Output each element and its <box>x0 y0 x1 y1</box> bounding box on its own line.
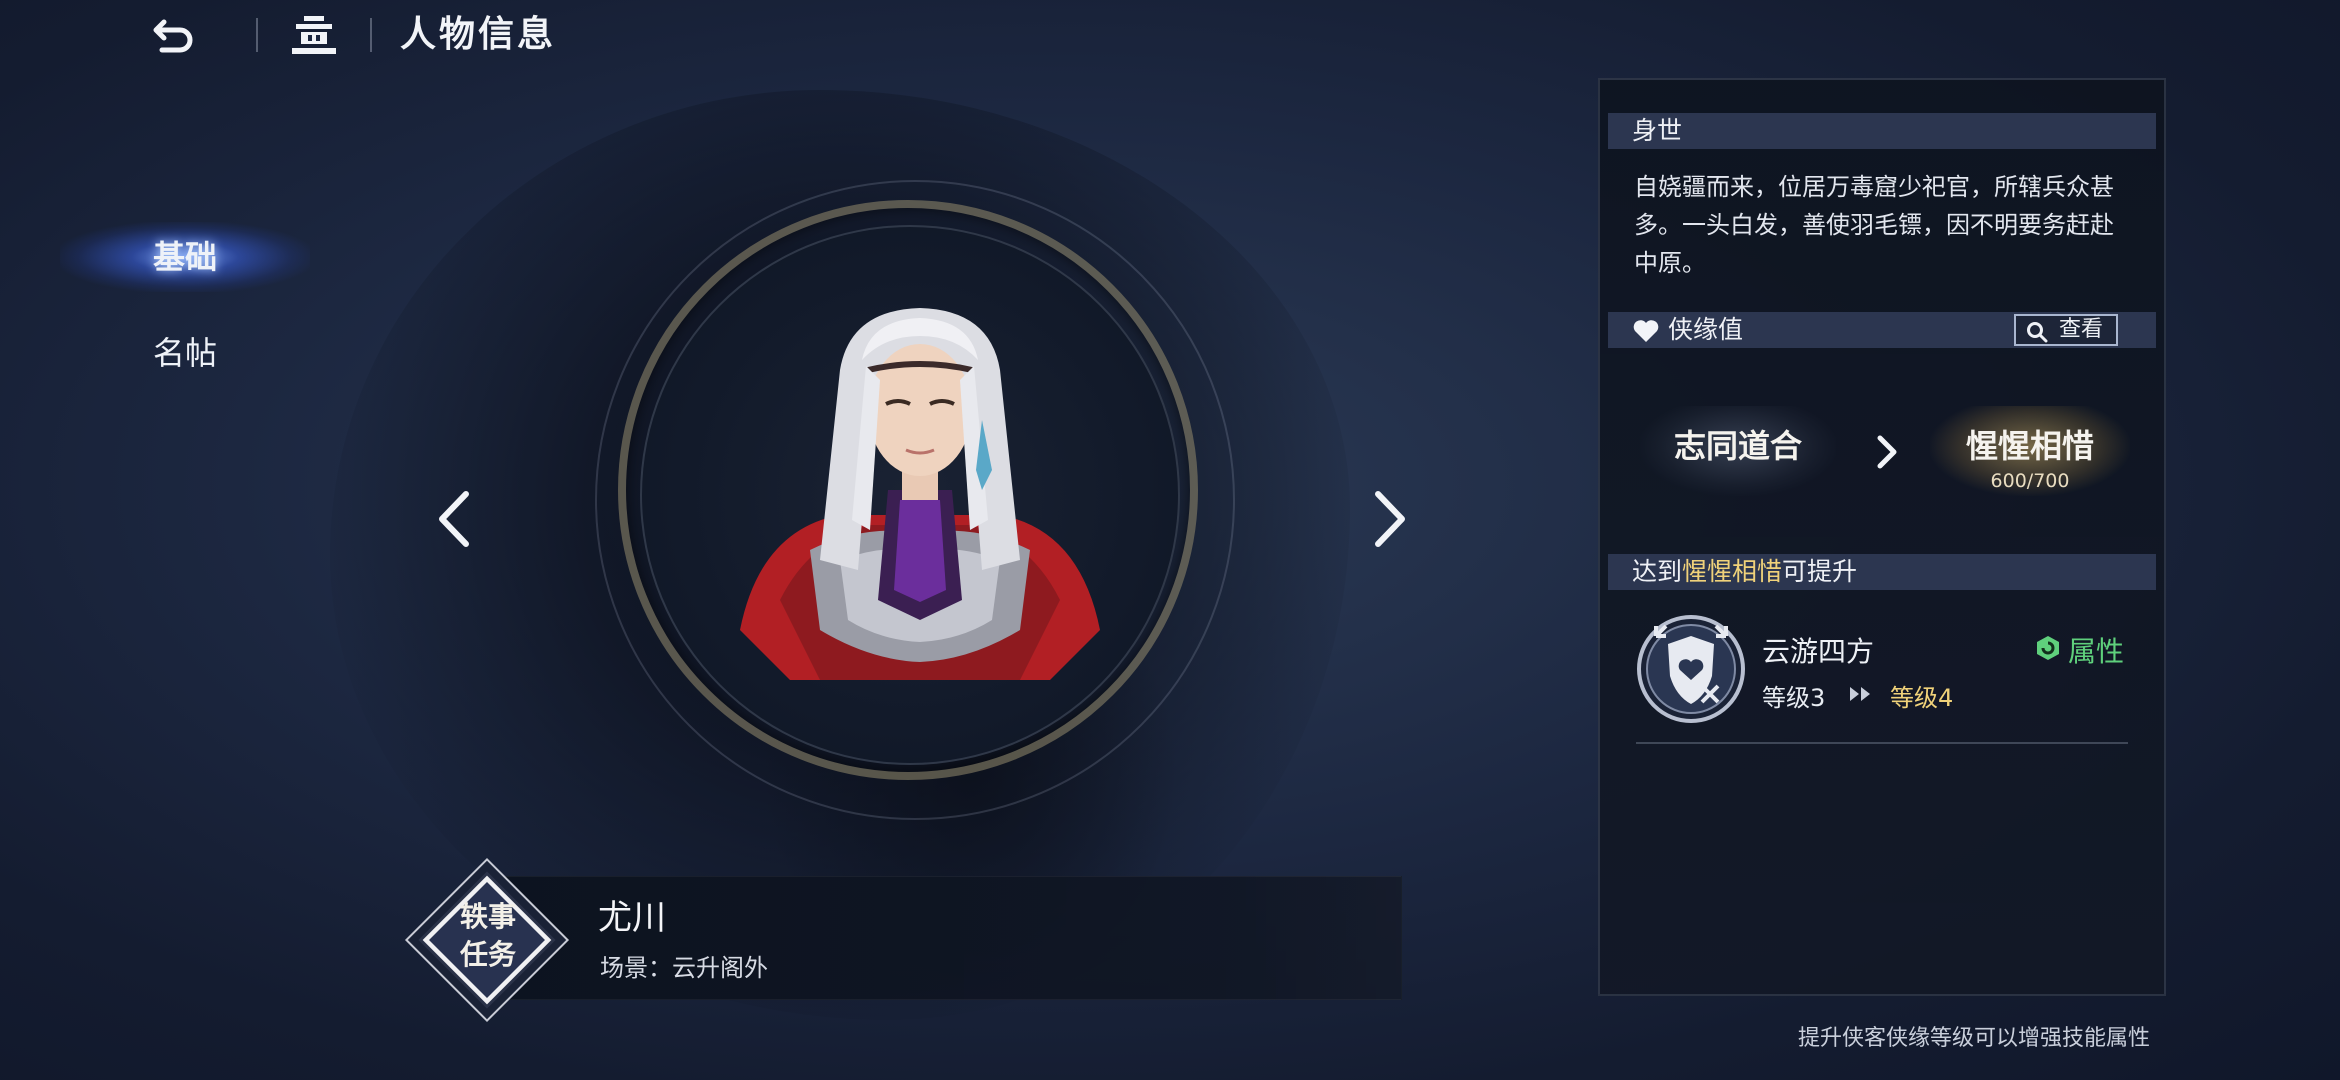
affinity-progress-text: 600/700 <box>1990 470 2070 492</box>
home-button[interactable] <box>288 14 340 58</box>
back-button[interactable] <box>150 14 200 58</box>
skill-divider <box>1636 742 2128 744</box>
nav-tab-basic[interactable]: 基础 <box>60 222 310 292</box>
view-affinity-button[interactable]: 查看 <box>2014 314 2118 346</box>
unlock-prefix: 达到 <box>1632 557 1683 586</box>
origin-text: 自娆疆而来，位居万毒窟少祀官，所辖兵众甚多。一头白发，善使羽毛镖，因不明要务赶赴… <box>1634 173 2114 277</box>
view-button-label: 查看 <box>2058 317 2103 342</box>
prev-character-arrow-icon[interactable] <box>428 484 478 554</box>
quest-badge-line1: 轶事 <box>459 900 516 933</box>
divider <box>256 18 258 52</box>
next-character-arrow-icon[interactable] <box>1366 484 1416 554</box>
home-icon <box>292 16 336 54</box>
origin-section-header: 身世 <box>1608 113 2156 149</box>
skill-level-to: 等级4 <box>1890 684 1954 712</box>
affinity-label: 侠缘值 <box>1668 315 1744 344</box>
back-arrow-icon <box>153 19 193 53</box>
attribute-icon <box>2037 636 2059 660</box>
search-icon <box>2027 322 2048 343</box>
character-scene: 场景：云升阁外 <box>600 954 768 982</box>
character-portrait <box>740 308 1100 680</box>
top-bar: 人物信息 <box>0 0 2340 70</box>
double-arrow-icon <box>1850 687 1870 701</box>
nav-tab-card[interactable]: 名帖 <box>60 318 310 388</box>
skill-level-from: 等级3 <box>1762 684 1826 712</box>
quest-badge-label: 轶事 任务 <box>446 898 530 974</box>
skill-icon[interactable] <box>1636 614 1746 724</box>
unlock-highlight: 惺惺相惜 <box>1682 557 1783 586</box>
current-affinity-stage: 志同道合 <box>1640 406 1836 496</box>
page-title: 人物信息 <box>400 14 557 55</box>
skill-name: 云游四方 <box>1762 635 1875 668</box>
unlock-suffix: 可提升 <box>1782 557 1858 586</box>
stage-arrow-icon <box>1877 435 1897 469</box>
quest-badge-line2: 任务 <box>459 938 516 971</box>
character-name: 尤川 <box>598 898 666 938</box>
divider <box>370 18 372 52</box>
attribute-link[interactable]: 属性 <box>2068 630 2124 670</box>
heart-icon <box>1633 320 1659 342</box>
unlock-section-header: 达到惺惺相惜可提升 <box>1608 554 2156 590</box>
footer-tip: 提升侠客侠缘等级可以增强技能属性 <box>1797 1026 2150 1051</box>
